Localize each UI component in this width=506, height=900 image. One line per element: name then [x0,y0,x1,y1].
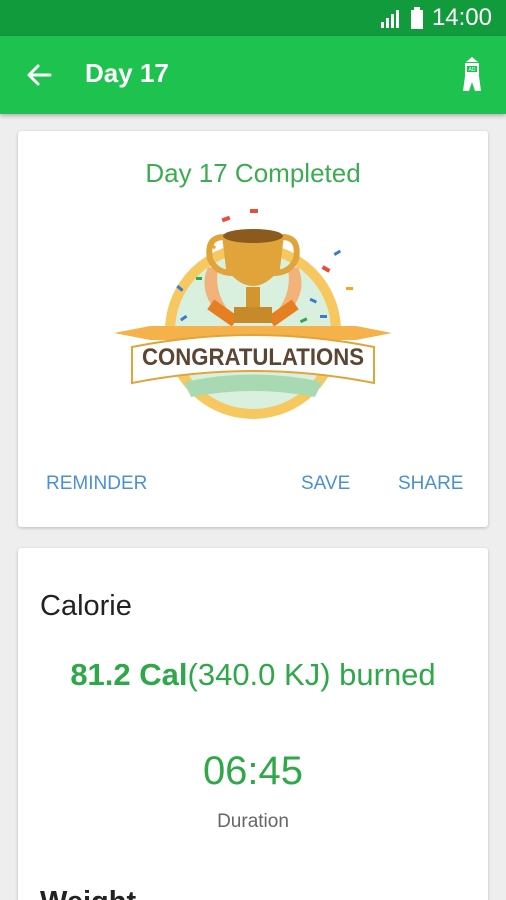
page-title: Day 17 [85,58,169,88]
completion-card: Day 17 Completed CONGRATULATIONS REMINDE… [18,131,488,527]
ad-tower-icon[interactable]: AD [460,56,484,92]
congratulations-banner-text: CONGRATULATIONS [142,344,364,371]
status-bar: 14:00 [0,0,506,36]
duration-label: Duration [217,811,289,832]
status-time: 14:00 [431,4,492,31]
calorie-value: 81.2 Cal [70,657,188,692]
arrow-left-icon[interactable] [22,58,56,92]
share-button[interactable]: SHARE [398,473,463,495]
battery-icon [410,7,423,29]
app-bar: Day 17 AD [0,36,506,114]
stats-card: Calorie 81.2 Cal(340.0 KJ) burned 06:45 … [18,548,488,900]
calorie-summary: 81.2 Cal(340.0 KJ) burned [18,657,488,693]
weight-title: Weight [40,886,136,900]
calorie-detail: (340.0 KJ) burned [187,657,436,692]
congratulations-trophy-image: CONGRATULATIONS [114,209,392,419]
save-button[interactable]: SAVE [301,473,350,495]
svg-text:AD: AD [469,67,476,73]
completed-title: Day 17 Completed [145,158,361,188]
reminder-button[interactable]: REMINDER [46,473,147,495]
duration-value: 06:45 [202,749,304,793]
status-icons: 14:00 [380,0,492,36]
signal-icon [380,10,399,28]
calorie-title: Calorie [40,590,132,622]
